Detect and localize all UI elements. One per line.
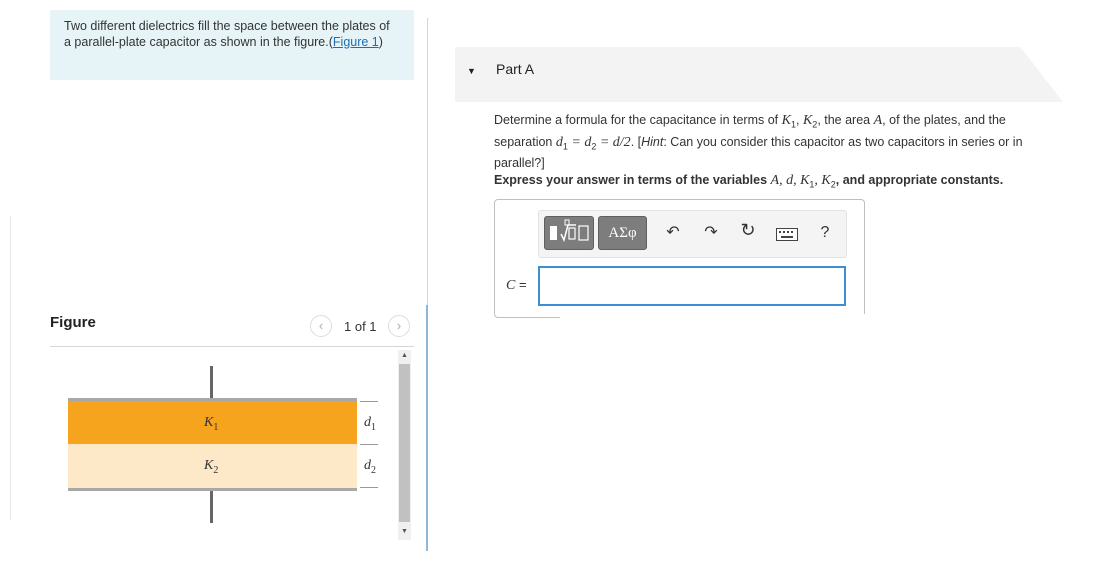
help-icon[interactable]: ? <box>815 224 835 242</box>
redo-icon[interactable]: ↷ <box>701 222 721 242</box>
question-text: Determine a formula for the capacitance … <box>494 113 1023 170</box>
dimension-tick-middle <box>360 444 378 445</box>
greek-symbols-button[interactable]: ΑΣφ <box>598 216 647 250</box>
scroll-up-arrow-icon[interactable]: ▲ <box>398 350 411 362</box>
figure-divider <box>50 346 414 347</box>
scrollbar-thumb[interactable] <box>399 364 410 522</box>
keyboard-icon[interactable] <box>776 228 798 246</box>
part-header-band <box>455 47 1063 102</box>
reset-icon[interactable]: ↻ <box>738 220 758 241</box>
bottom-wire <box>210 491 213 523</box>
templates-button[interactable] <box>544 216 594 250</box>
dimension-tick-bottom <box>360 487 378 488</box>
figure-link[interactable]: Figure 1 <box>333 35 379 49</box>
templates-icon <box>550 219 589 243</box>
scroll-down-arrow-icon[interactable]: ▼ <box>398 526 411 538</box>
k2-label: K2 <box>204 458 219 476</box>
top-wire <box>210 366 213 398</box>
previous-figure-button[interactable]: ‹ <box>310 315 332 337</box>
chevron-right-icon: › <box>396 318 402 333</box>
figure-title: Figure <box>50 314 96 331</box>
d1-label: d1 <box>364 415 376 433</box>
undo-icon[interactable]: ↶ <box>663 222 683 242</box>
left-edge-line <box>10 216 11 520</box>
collapse-triangle-icon[interactable]: ▼ <box>467 66 476 76</box>
chevron-left-icon: ‹ <box>318 318 324 333</box>
answer-instructions: Express your answer in terms of the vari… <box>494 173 1004 190</box>
figure-pager: 1 of 1 <box>344 319 377 334</box>
answer-input[interactable] <box>538 266 846 306</box>
dimension-tick-top <box>360 401 378 402</box>
panel-divider-accent <box>426 305 428 551</box>
part-title[interactable]: Part A <box>496 61 534 77</box>
problem-intro: Two different dielectrics fill the space… <box>50 10 414 80</box>
d2-label: d2 <box>364 458 376 476</box>
next-figure-button[interactable]: › <box>388 315 410 337</box>
answer-container-gap <box>560 314 870 322</box>
answer-label: C = <box>506 277 527 293</box>
k1-label: K1 <box>204 415 219 433</box>
